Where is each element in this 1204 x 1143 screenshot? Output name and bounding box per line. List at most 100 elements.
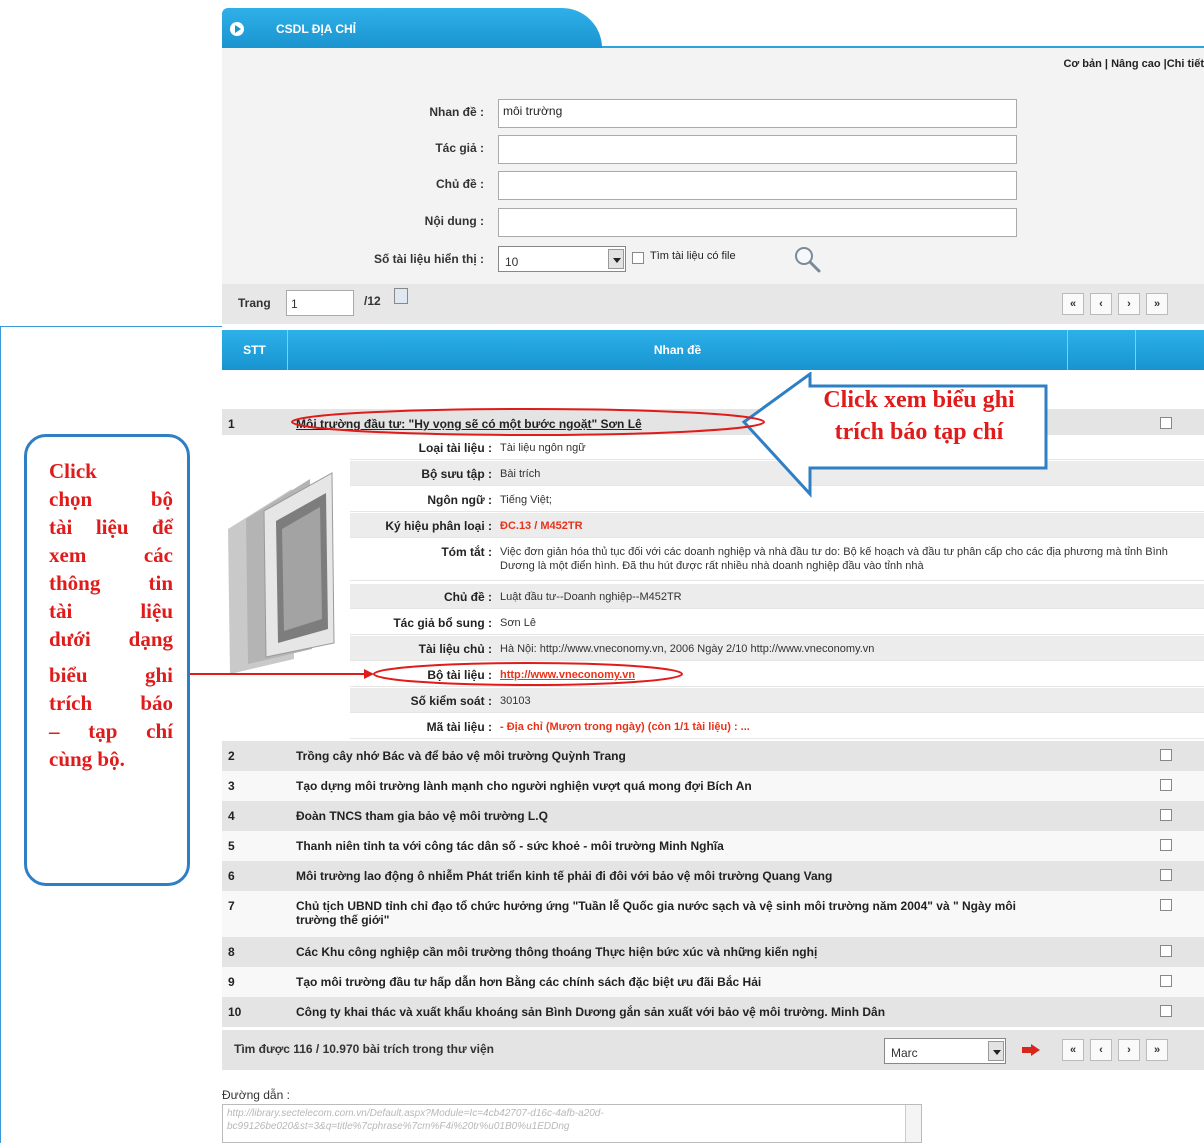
detail-row: Tài liệu chủ : Hà Nội: http://www.vnecon… bbox=[350, 636, 1204, 661]
page-input[interactable]: 1 bbox=[286, 290, 354, 316]
first-page-button[interactable]: « bbox=[1062, 293, 1084, 315]
detail-value: Hà Nội: http://www.vneconomy.vn, 2006 Ng… bbox=[500, 643, 875, 655]
row-checkbox[interactable] bbox=[1160, 809, 1172, 821]
mode-advanced-link[interactable]: Nâng cao bbox=[1111, 58, 1161, 70]
go-page-icon[interactable] bbox=[394, 288, 408, 304]
row-checkbox[interactable] bbox=[1160, 1005, 1172, 1017]
header-tab-bar: CSDL ĐỊA CHỈ bbox=[222, 0, 1204, 48]
table-row[interactable]: 3 Tạo dựng môi trường lành mạnh cho ngườ… bbox=[222, 771, 1204, 801]
detail-label: Tác giả bổ sung : bbox=[393, 616, 492, 630]
results-table-header: STT Nhan đề bbox=[222, 330, 1204, 370]
author-input[interactable] bbox=[498, 135, 1017, 164]
tab-csdl-dia-chi[interactable]: CSDL ĐỊA CHỈ bbox=[222, 8, 602, 48]
mode-detail-link[interactable]: Chi tiết bbox=[1167, 58, 1204, 70]
search-icon[interactable] bbox=[792, 244, 822, 274]
tab-title: CSDL ĐỊA CHỈ bbox=[276, 22, 357, 36]
row-checkbox[interactable] bbox=[1160, 779, 1172, 791]
detail-label: Tài liệu chủ : bbox=[418, 642, 492, 656]
table-row[interactable]: 5 Thanh niên tỉnh ta với công tác dân số… bbox=[222, 831, 1204, 861]
prev-page-button[interactable]: ‹ bbox=[1090, 293, 1112, 315]
note-line: thông tin bbox=[49, 571, 173, 595]
row-checkbox[interactable] bbox=[1160, 975, 1172, 987]
table-row[interactable]: 7 Chủ tịch UBND tỉnh chỉ đạo tổ chức hưở… bbox=[222, 891, 1204, 937]
detail-row: Tóm tắt : Việc đơn giản hóa thủ tục đối … bbox=[350, 539, 1204, 581]
subject-input[interactable] bbox=[498, 171, 1017, 200]
row-checkbox[interactable] bbox=[1160, 869, 1172, 881]
author-row: Tác giả : bbox=[222, 135, 1204, 165]
row-title-link[interactable]: Đoàn TNCS tham gia bảo vệ môi trường L.Q bbox=[296, 809, 1024, 823]
note-line: cùng bộ. bbox=[49, 747, 125, 771]
first-page-button[interactable]: « bbox=[1062, 1039, 1084, 1061]
prev-page-button[interactable]: ‹ bbox=[1090, 1039, 1112, 1061]
row-title-link[interactable]: Trồng cây nhớ Bác và để bảo vệ môi trườn… bbox=[296, 749, 1024, 763]
left-annotation-text: Click chọn bộ tài liệu để xem các thông … bbox=[49, 457, 173, 773]
row-number: 3 bbox=[228, 779, 235, 793]
holding-value[interactable]: - Địa chỉ (Mượn trong ngày) (còn 1/1 tài… bbox=[500, 720, 1198, 734]
subject-label: Chủ đề : bbox=[436, 177, 484, 191]
detail-value: 30103 bbox=[500, 695, 531, 707]
note-line: tài liệu bbox=[49, 599, 173, 623]
row-checkbox[interactable] bbox=[1160, 417, 1172, 429]
table-row[interactable]: 9 Tạo môi trường đầu tư hấp dẫn hơn Bằng… bbox=[222, 967, 1204, 997]
file-only-checkbox[interactable] bbox=[632, 252, 644, 264]
pagination-bar: Trang 1 /12 « ‹ › » bbox=[222, 284, 1204, 324]
path-scrollbar[interactable] bbox=[905, 1105, 921, 1142]
table-row[interactable]: 2 Trồng cây nhớ Bác và để bảo vệ môi trư… bbox=[222, 741, 1204, 771]
left-annotation-note: Click chọn bộ tài liệu để xem các thông … bbox=[24, 434, 190, 886]
book-stack-icon bbox=[228, 472, 335, 674]
row-title-link[interactable]: Các Khu công nghiệp cần môi trường thông… bbox=[296, 945, 1024, 959]
path-textarea[interactable]: http://library.sectelecom.com.vn/Default… bbox=[222, 1104, 922, 1143]
classification-value: ĐC.13 / M452TR bbox=[500, 520, 583, 532]
count-row: Số tài liệu hiển thị : 10 Tìm tài liệu c… bbox=[222, 246, 1204, 276]
author-label: Tác giả : bbox=[435, 141, 484, 155]
search-mode-links: Cơ bản | Nâng cao |Chi tiết bbox=[1063, 58, 1204, 70]
detail-label: Bộ sưu tập : bbox=[421, 467, 492, 481]
count-select[interactable]: 10 bbox=[498, 246, 626, 272]
row-number: 2 bbox=[228, 749, 235, 763]
results-footer: Tìm được 116 / 10.970 bài trích trong th… bbox=[222, 1030, 1204, 1070]
count-select-value: 10 bbox=[505, 255, 519, 269]
mode-basic-link[interactable]: Cơ bản bbox=[1063, 58, 1101, 70]
detail-label: Ký hiệu phân loại : bbox=[385, 519, 492, 533]
row-checkbox[interactable] bbox=[1160, 749, 1172, 761]
path-value: http://library.sectelecom.com.vn/Default… bbox=[227, 1108, 604, 1132]
title-row: Nhan đề : môi trường bbox=[222, 99, 1204, 129]
last-page-button[interactable]: » bbox=[1146, 1039, 1168, 1061]
chevron-down-icon[interactable] bbox=[988, 1041, 1004, 1061]
title-label: Nhan đề : bbox=[429, 105, 484, 119]
content-input[interactable] bbox=[498, 208, 1017, 237]
row-number: 8 bbox=[228, 945, 235, 959]
play-circle-icon bbox=[230, 22, 244, 36]
row-checkbox[interactable] bbox=[1160, 839, 1172, 851]
file-only-label: Tìm tài liệu có file bbox=[650, 250, 736, 262]
row-number: 1 bbox=[228, 417, 235, 431]
format-select-value: Marc bbox=[891, 1046, 918, 1060]
mode-separator: | bbox=[1104, 58, 1108, 70]
row-title-link[interactable]: Môi trường lao động ô nhiễm Phát triển k… bbox=[296, 869, 1024, 883]
title-input[interactable]: môi trường bbox=[498, 99, 1017, 128]
table-row[interactable]: 8 Các Khu công nghiệp cần môi trường thô… bbox=[222, 937, 1204, 967]
arrow-right-icon[interactable] bbox=[1022, 1044, 1040, 1056]
table-row[interactable]: 10 Công ty khai thác và xuất khẩu khoáng… bbox=[222, 997, 1204, 1027]
row-checkbox[interactable] bbox=[1160, 945, 1172, 957]
subject-row: Chủ đề : bbox=[222, 171, 1204, 201]
row-checkbox[interactable] bbox=[1160, 899, 1172, 911]
note-line: xem các bbox=[49, 543, 173, 567]
row-title-link[interactable]: Chủ tịch UBND tỉnh chỉ đạo tổ chức hưởng… bbox=[296, 899, 1024, 927]
format-select[interactable]: Marc bbox=[884, 1038, 1006, 1064]
table-row[interactable]: 6 Môi trường lao động ô nhiễm Phát triển… bbox=[222, 861, 1204, 891]
collection-link[interactable]: http://www.vneconomy.vn bbox=[500, 668, 1198, 682]
row-title-link[interactable]: Công ty khai thác và xuất khẩu khoáng sả… bbox=[296, 1005, 1024, 1019]
last-page-button[interactable]: » bbox=[1146, 293, 1168, 315]
callout-text: Click xem biểu ghi trích báo tạp chí bbox=[823, 387, 1015, 445]
row-title-link[interactable]: Thanh niên tỉnh ta với công tác dân số -… bbox=[296, 839, 1024, 853]
chevron-down-icon[interactable] bbox=[608, 249, 624, 269]
next-page-button[interactable]: › bbox=[1118, 1039, 1140, 1061]
table-row[interactable]: 4 Đoàn TNCS tham gia bảo vệ môi trường L… bbox=[222, 801, 1204, 831]
row-title-link[interactable]: Tạo dựng môi trường lành mạnh cho người … bbox=[296, 779, 1024, 793]
pager-bottom: « ‹ › » bbox=[1062, 1039, 1168, 1061]
pager-top: « ‹ › » bbox=[1062, 293, 1168, 315]
next-page-button[interactable]: › bbox=[1118, 293, 1140, 315]
detail-value: Sơn Lê bbox=[500, 617, 536, 629]
row-title-link[interactable]: Tạo môi trường đầu tư hấp dẫn hơn Bằng c… bbox=[296, 975, 1024, 989]
